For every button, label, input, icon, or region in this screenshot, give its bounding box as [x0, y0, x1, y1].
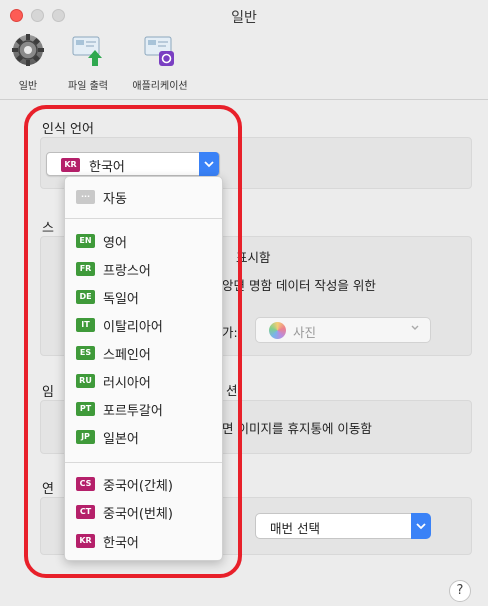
auto-icon: ···	[76, 190, 95, 204]
dropdown-separator	[65, 462, 222, 463]
dropdown-item-label: 독일어	[103, 292, 139, 307]
tab-general[interactable]: 일반	[8, 30, 48, 98]
dropdown-item-auto[interactable]: ··· 자동	[65, 185, 222, 209]
dropdown-item-de[interactable]: DE 독일어	[65, 285, 222, 309]
chevron-down-icon	[411, 513, 431, 539]
dropdown-item-cs[interactable]: CS 중국어(간체)	[65, 472, 222, 496]
section2-row3-text: 가:	[222, 325, 238, 340]
application-icon	[144, 36, 174, 66]
section3-row-text: 면 이미지를 휴지통에 이동함	[222, 421, 372, 436]
recognition-language-title: 인식 언어	[42, 122, 94, 137]
dropdown-item-label: 일본어	[103, 432, 139, 447]
dropdown-item-label: 중국어(간체)	[103, 479, 173, 494]
preferences-toolbar: 일반 파일 출력 애플리케이션	[0, 30, 488, 100]
dropdown-item-label: 이탈리아어	[103, 320, 163, 335]
window-title: 일반	[231, 10, 257, 26]
dropdown-item-label: 러시아어	[103, 376, 151, 391]
photos-app-value: 사진	[293, 325, 317, 340]
section3-title: 임	[42, 385, 54, 400]
dropdown-item-label: 중국어(번체)	[103, 507, 173, 522]
tab-file-output[interactable]: 파일 출력	[60, 30, 116, 98]
gear-icon	[12, 34, 44, 66]
preferences-window: 일반 일반 파일 출력 애플리케이션 인식 언어 KR 한국어 스 표시함 앙면…	[0, 0, 488, 606]
dropdown-item-label: 영어	[103, 236, 127, 251]
it-flag-icon: IT	[76, 318, 95, 332]
pt-flag-icon: PT	[76, 402, 95, 416]
tab-file-output-label: 파일 출력	[68, 81, 108, 92]
section2-row1-text: 표시함	[236, 250, 271, 265]
dropdown-item-ct[interactable]: CT 중국어(번체)	[65, 500, 222, 524]
dropdown-item-label: 스페인어	[103, 348, 151, 363]
jp-flag-icon: JP	[76, 430, 95, 444]
photos-icon	[269, 322, 286, 339]
en-flag-icon: EN	[76, 234, 95, 248]
dropdown-item-label: 포르투갈어	[103, 404, 163, 419]
dropdown-item-label: 프랑스어	[103, 264, 151, 279]
dropdown-item-pt[interactable]: PT 포르투갈어	[65, 397, 222, 421]
dropdown-item-label: 자동	[103, 192, 127, 207]
dropdown-item-ru[interactable]: RU 러시아어	[65, 369, 222, 393]
dropdown-item-fr[interactable]: FR 프랑스어	[65, 257, 222, 281]
title-bar: 일반	[0, 0, 488, 30]
every-time-value: 매번 선택	[270, 521, 320, 536]
kr-flag-icon: KR	[76, 534, 95, 548]
section2-title: 스	[42, 221, 54, 236]
chevron-down-icon	[410, 323, 420, 336]
recognition-language-select[interactable]: KR 한국어	[46, 152, 220, 176]
photos-app-select[interactable]: 사진	[255, 317, 431, 343]
cs-flag-icon: CS	[76, 477, 95, 491]
section2-row2-text: 앙면 명함 데이터 작성을 위한	[222, 278, 376, 293]
es-flag-icon: ES	[76, 346, 95, 360]
dropdown-separator	[65, 218, 222, 219]
dropdown-item-en[interactable]: EN 영어	[65, 229, 222, 253]
language-dropdown-menu: ··· 자동 EN 영어 FR 프랑스어 DE 독일어 IT 이탈리아어 ES …	[64, 176, 223, 561]
fr-flag-icon: FR	[76, 262, 95, 276]
tab-application[interactable]: 애플리케이션	[120, 30, 200, 98]
dropdown-item-jp[interactable]: JP 일본어	[65, 425, 222, 449]
dropdown-item-kr[interactable]: KR 한국어	[65, 529, 222, 553]
tab-application-label: 애플리케이션	[132, 81, 188, 92]
tab-general-label: 일반	[18, 81, 38, 92]
dropdown-item-it[interactable]: IT 이탈리아어	[65, 313, 222, 337]
section3-title-suffix: 션	[226, 383, 238, 398]
dropdown-item-label: 한국어	[103, 536, 139, 551]
help-button[interactable]: ?	[449, 580, 471, 602]
de-flag-icon: DE	[76, 290, 95, 304]
every-time-select[interactable]: 매번 선택	[255, 513, 431, 539]
dropdown-item-es[interactable]: ES 스페인어	[65, 341, 222, 365]
section4-title: 연	[42, 482, 54, 497]
recognition-language-value: 한국어	[89, 160, 125, 175]
kr-flag-icon: KR	[61, 158, 80, 172]
chevron-down-icon	[199, 152, 219, 176]
file-output-icon	[72, 36, 102, 66]
ru-flag-icon: RU	[76, 374, 95, 388]
ct-flag-icon: CT	[76, 505, 95, 519]
